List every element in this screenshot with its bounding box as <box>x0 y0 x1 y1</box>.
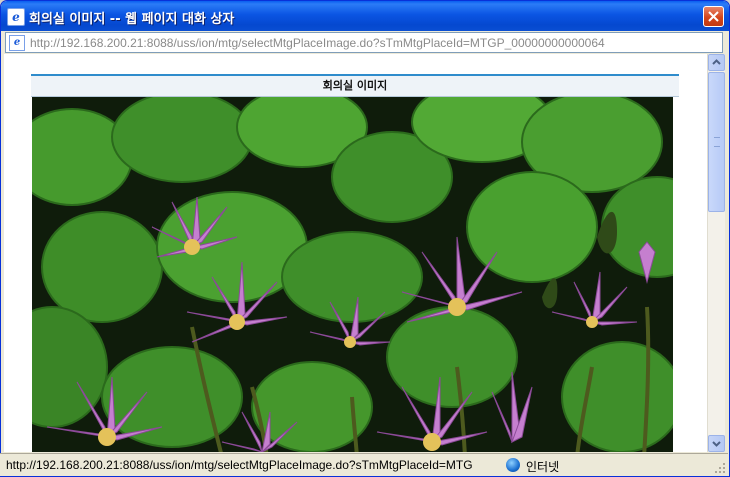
close-icon <box>708 11 719 22</box>
scroll-up-arrow-icon <box>712 59 721 65</box>
status-bar: http://192.168.200.21:8088/uss/ion/mtg/s… <box>0 453 728 476</box>
close-button[interactable] <box>703 6 724 27</box>
scroll-down-button[interactable] <box>708 435 725 452</box>
title-bar[interactable]: e 회의실 이미지 -- 웹 페이지 대화 상자 <box>1 1 729 31</box>
section-title: 회의실 이미지 <box>31 74 679 97</box>
scroll-up-button[interactable] <box>708 54 725 71</box>
scroll-down-arrow-icon <box>712 441 721 447</box>
meeting-room-image <box>32 97 673 452</box>
window-title: 회의실 이미지 -- 웹 페이지 대화 상자 <box>29 12 235 27</box>
ie-page-icon: e <box>7 8 25 26</box>
scroll-thumb[interactable] <box>708 72 725 212</box>
address-url[interactable]: http://192.168.200.21:8088/uss/ion/mtg/s… <box>30 36 605 50</box>
ie-page-icon: e <box>9 35 25 51</box>
grip-icon <box>714 137 720 147</box>
resize-grip-icon[interactable] <box>714 462 726 474</box>
globe-icon <box>506 458 520 472</box>
vertical-scrollbar[interactable] <box>707 54 725 452</box>
zone-label: 인터넷 <box>526 460 560 474</box>
page-viewport: 회의실 이미지 <box>4 54 707 452</box>
address-bar[interactable]: e http://192.168.200.21:8088/uss/ion/mtg… <box>5 32 723 53</box>
status-url: http://192.168.200.21:8088/uss/ion/mtg/s… <box>6 458 473 472</box>
